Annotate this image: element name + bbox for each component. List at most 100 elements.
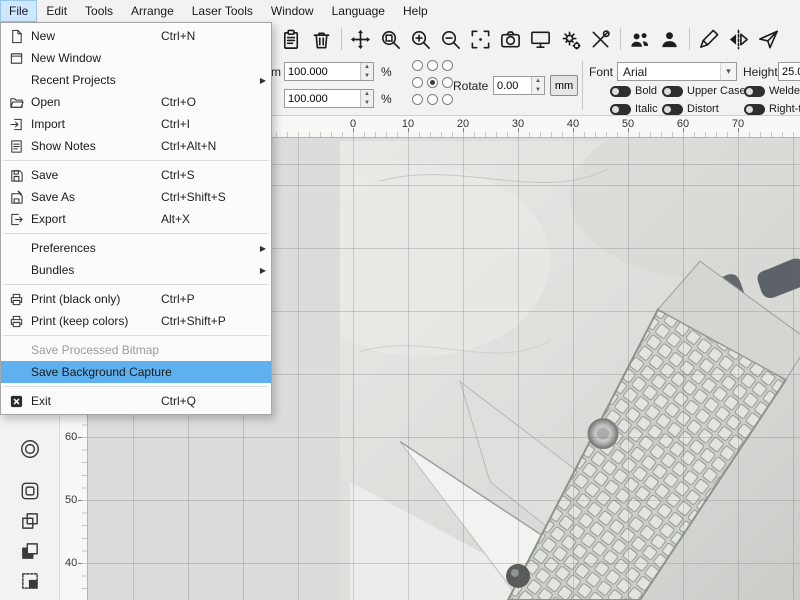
zoom-to-frame-button[interactable]: [376, 25, 404, 53]
menu-item-bundles[interactable]: Bundles▶: [1, 259, 271, 281]
spin-down-icon[interactable]: ▼: [361, 99, 373, 108]
height-scale-input[interactable]: ▲▼: [284, 89, 374, 108]
toggle-switch-icon[interactable]: [610, 86, 631, 97]
boolean-subtract-tool-button[interactable]: [15, 536, 45, 566]
device-settings-button[interactable]: [556, 25, 584, 53]
user-button[interactable]: [655, 25, 683, 53]
rotate-input[interactable]: ▲▼: [493, 76, 545, 95]
menubar-item-laser-tools[interactable]: Laser Tools: [183, 0, 262, 22]
send-button[interactable]: [754, 25, 782, 53]
pan-button[interactable]: [346, 25, 374, 53]
anchor-radio-7[interactable]: [427, 94, 438, 105]
font-combo[interactable]: Arial ▾: [617, 62, 737, 81]
height-scale-value[interactable]: [285, 90, 360, 107]
chevron-down-icon[interactable]: ▾: [720, 63, 736, 80]
rotate-spinner[interactable]: ▲▼: [531, 77, 544, 94]
toggle-upper-case[interactable]: Upper Case: [662, 85, 746, 97]
menubar-item-arrange[interactable]: Arrange: [122, 0, 183, 22]
device-settings-icon: [559, 28, 582, 51]
menu-item-label: New: [31, 29, 161, 43]
rotate-value[interactable]: [494, 77, 531, 94]
anchor-radio-1[interactable]: [427, 60, 438, 71]
weld-shapes-tool-button[interactable]: [15, 506, 45, 536]
boolean-intersect-tool-button[interactable]: [15, 566, 45, 596]
width-scale-input[interactable]: ▲▼: [284, 62, 374, 81]
menubar-item-file[interactable]: File: [0, 0, 37, 22]
ellipse-tool-button[interactable]: [15, 434, 45, 464]
ruler-number: 30: [512, 118, 524, 130]
width-scale-spinner[interactable]: ▲▼: [360, 63, 373, 80]
menubar-item-tools[interactable]: Tools: [76, 0, 122, 22]
toggle-distort[interactable]: Distort: [662, 103, 719, 115]
toggle-switch-icon[interactable]: [610, 104, 631, 115]
anchor-radio-0[interactable]: [412, 60, 423, 71]
paste-button[interactable]: [277, 25, 305, 53]
zoom-out-button[interactable]: [436, 25, 464, 53]
spin-up-icon[interactable]: ▲: [361, 90, 373, 99]
font-height-input[interactable]: [778, 62, 800, 81]
menu-item-shortcut: Ctrl+P: [161, 292, 255, 306]
anchor-grid[interactable]: [412, 60, 457, 111]
toggle-switch-icon[interactable]: [744, 104, 765, 115]
spin-down-icon[interactable]: ▼: [361, 72, 373, 81]
menubar-item-edit[interactable]: Edit: [37, 0, 76, 22]
spin-up-icon[interactable]: ▲: [532, 77, 544, 86]
menu-item-recent-projects[interactable]: Recent Projects▶: [1, 69, 271, 91]
screen-icon: [529, 28, 552, 51]
spin-up-icon[interactable]: ▲: [361, 63, 373, 72]
anchor-radio-5[interactable]: [442, 77, 453, 88]
menu-item-new-window[interactable]: New Window: [1, 47, 271, 69]
frame-selection-button[interactable]: [466, 25, 494, 53]
delete-button[interactable]: [307, 25, 335, 53]
screen-button[interactable]: [526, 25, 554, 53]
menu-item-shortcut: Ctrl+O: [161, 95, 255, 109]
paste-icon: [280, 28, 303, 51]
anchor-radio-3[interactable]: [412, 77, 423, 88]
toggle-welded[interactable]: Welded: [744, 85, 800, 97]
toggle-switch-icon[interactable]: [744, 86, 765, 97]
menu-item-preferences[interactable]: Preferences▶: [1, 237, 271, 259]
offset-shapes-tool-button[interactable]: [15, 476, 45, 506]
anchor-radio-8[interactable]: [442, 94, 453, 105]
menu-item-print-keep-colors[interactable]: Print (keep colors)Ctrl+Shift+P: [1, 310, 271, 332]
menubar-item-help[interactable]: Help: [394, 0, 437, 22]
font-height-value[interactable]: [779, 63, 800, 80]
laser-pointer-button[interactable]: [694, 25, 722, 53]
spin-down-icon[interactable]: ▼: [532, 86, 544, 95]
menu-item-save[interactable]: SaveCtrl+S: [1, 164, 271, 186]
menu-item-exit[interactable]: ExitCtrl+Q: [1, 390, 271, 412]
menu-item-save-as[interactable]: Save AsCtrl+Shift+S: [1, 186, 271, 208]
toggle-bold[interactable]: Bold: [610, 85, 657, 97]
menu-item-show-notes[interactable]: Show NotesCtrl+Alt+N: [1, 135, 271, 157]
zoom-in-button[interactable]: [406, 25, 434, 53]
menu-item-import[interactable]: ImportCtrl+I: [1, 113, 271, 135]
height-scale-spinner[interactable]: ▲▼: [360, 90, 373, 107]
anchor-radio-4[interactable]: [427, 77, 438, 88]
menu-item-save-processed-bitmap: Save Processed Bitmap: [1, 339, 271, 361]
camera-capture-button[interactable]: [496, 25, 524, 53]
menubar-item-window[interactable]: Window: [262, 0, 323, 22]
multi-user-button[interactable]: [625, 25, 653, 53]
menu-item-label: Export: [31, 212, 161, 226]
menu-item-save-background-capture[interactable]: Save Background Capture: [1, 361, 271, 383]
toggle-italic[interactable]: Italic: [610, 103, 658, 115]
font-label: Font: [589, 65, 613, 79]
ruler-number: 70: [732, 118, 744, 130]
width-scale-value[interactable]: [285, 63, 360, 80]
mirror-button[interactable]: [724, 25, 752, 53]
toggle-switch-icon[interactable]: [662, 104, 683, 115]
toggle-switch-icon[interactable]: [662, 86, 683, 97]
menu-item-shortcut: Ctrl+Shift+P: [161, 314, 255, 328]
menu-item-new[interactable]: NewCtrl+N: [1, 25, 271, 47]
menu-item-open[interactable]: OpenCtrl+O: [1, 91, 271, 113]
menu-item-export[interactable]: ExportAlt+X: [1, 208, 271, 230]
units-button[interactable]: mm: [550, 75, 578, 96]
anchor-radio-2[interactable]: [442, 60, 453, 71]
anchor-radio-6[interactable]: [412, 94, 423, 105]
machine-tools-button[interactable]: [586, 25, 614, 53]
menu-item-print-black-only[interactable]: Print (black only)Ctrl+P: [1, 288, 271, 310]
export-icon: [1, 212, 31, 227]
toggle-right-to[interactable]: Right-to: [744, 103, 800, 115]
menubar-item-language[interactable]: Language: [323, 0, 394, 22]
menu-item-shortcut: Ctrl+Alt+N: [161, 139, 255, 153]
